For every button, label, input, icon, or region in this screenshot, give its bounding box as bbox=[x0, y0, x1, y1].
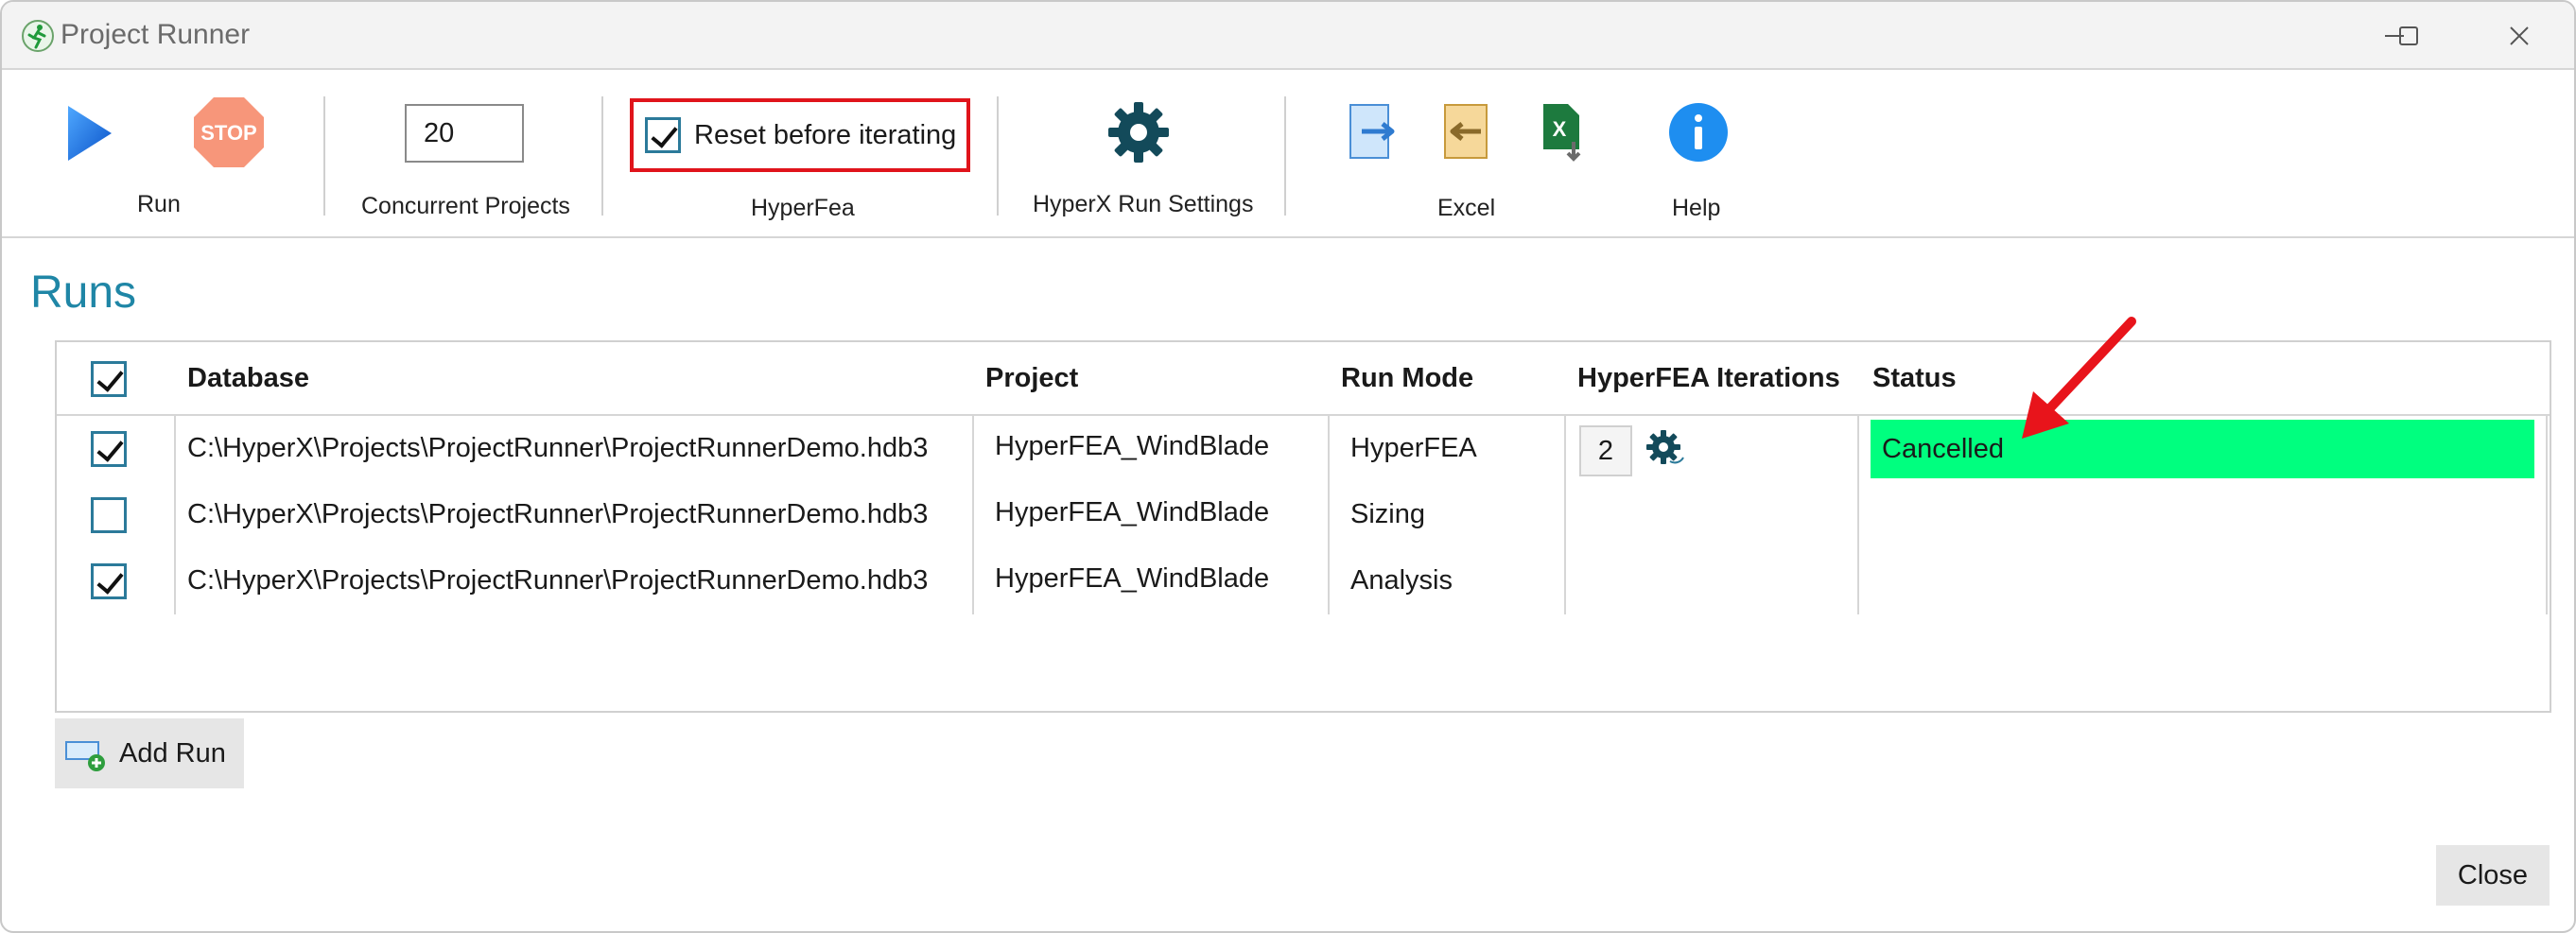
row-run-mode[interactable]: Sizing bbox=[1350, 499, 1425, 530]
run-label: Run bbox=[137, 191, 181, 217]
row-checkbox[interactable] bbox=[91, 431, 127, 467]
close-button[interactable]: Close bbox=[2436, 845, 2550, 906]
excel-export-button[interactable] bbox=[1345, 100, 1401, 163]
stop-button[interactable]: STOP bbox=[191, 95, 267, 170]
row-project[interactable]: HyperFEA_WindBlade bbox=[995, 431, 1269, 462]
import-icon bbox=[1444, 104, 1488, 159]
app-runner-icon bbox=[22, 20, 54, 52]
column-header-run-mode[interactable]: Run Mode bbox=[1341, 363, 1473, 394]
table-row[interactable]: C:\HyperX\Projects\ProjectRunner\Project… bbox=[57, 482, 2550, 548]
row-checkbox[interactable] bbox=[91, 563, 127, 599]
close-icon bbox=[2510, 26, 2529, 45]
row-database: C:\HyperX\Projects\ProjectRunner\Project… bbox=[187, 499, 929, 529]
row-status-cancelled: Cancelled bbox=[1871, 420, 2534, 478]
help-button[interactable] bbox=[1666, 98, 1731, 166]
column-header-database[interactable]: Database bbox=[187, 363, 309, 394]
svg-text:X: X bbox=[1553, 117, 1567, 141]
maximize-button[interactable] bbox=[2371, 11, 2446, 60]
excel-file-button[interactable]: X bbox=[1534, 98, 1591, 164]
row-project[interactable]: HyperFEA_WindBlade bbox=[995, 563, 1269, 595]
excel-import-button[interactable] bbox=[1439, 100, 1496, 163]
reset-before-iterating-checkbox[interactable] bbox=[645, 117, 681, 153]
row-run-mode[interactable]: Analysis bbox=[1350, 565, 1453, 596]
close-window-button[interactable] bbox=[2481, 11, 2557, 60]
reset-highlight-box: Reset before iterating bbox=[630, 98, 970, 172]
row-run-mode[interactable]: HyperFEA bbox=[1350, 433, 1477, 464]
hyperx-run-settings-label: HyperX Run Settings bbox=[1033, 191, 1254, 217]
annotation-arrow-icon bbox=[2022, 317, 2136, 439]
stop-icon-text: STOP bbox=[200, 121, 257, 145]
table-row[interactable]: C:\HyperX\Projects\ProjectRunner\Project… bbox=[57, 548, 2550, 614]
add-run-button[interactable]: Add Run bbox=[55, 718, 244, 788]
gear-icon bbox=[1108, 102, 1169, 163]
toolbar-separator bbox=[1284, 96, 1286, 216]
grid-header-row: Database Project Run Mode HyperFEA Itera… bbox=[57, 342, 2550, 416]
export-icon bbox=[1349, 104, 1395, 159]
runs-grid: Database Project Run Mode HyperFEA Itera… bbox=[55, 340, 2551, 713]
toolbar: Run STOP 20 Concurrent Projects Reset be… bbox=[2, 72, 2574, 238]
info-icon bbox=[1669, 103, 1728, 162]
toolbar-separator bbox=[997, 96, 999, 216]
column-header-hyperfea-iterations[interactable]: HyperFEA Iterations bbox=[1577, 363, 1840, 394]
row-database: C:\HyperX\Projects\ProjectRunner\Project… bbox=[187, 433, 929, 463]
select-all-checkbox[interactable] bbox=[91, 361, 127, 397]
add-run-label: Add Run bbox=[119, 737, 226, 769]
row-status-text: Cancelled bbox=[1882, 433, 2004, 464]
toolbar-separator bbox=[323, 96, 325, 216]
window-title: Project Runner bbox=[61, 19, 251, 50]
stop-icon: STOP bbox=[194, 97, 264, 167]
excel-icon: X bbox=[1543, 104, 1581, 162]
toolbar-separator bbox=[601, 96, 603, 216]
project-runner-window: Project Runner Run STOP 20 Concurrent Pr… bbox=[0, 0, 2576, 933]
reset-before-iterating-label: Reset before iterating bbox=[694, 119, 957, 150]
column-header-project[interactable]: Project bbox=[985, 363, 1078, 394]
run-button[interactable] bbox=[59, 98, 119, 168]
row-project[interactable]: HyperFEA_WindBlade bbox=[995, 497, 1269, 528]
add-row-icon bbox=[65, 741, 105, 771]
row-database: C:\HyperX\Projects\ProjectRunner\Project… bbox=[187, 565, 929, 596]
excel-group-label: Excel bbox=[1437, 195, 1496, 221]
hyperfea-group-label: HyperFea bbox=[751, 195, 855, 221]
help-label: Help bbox=[1672, 195, 1721, 221]
concurrent-projects-input[interactable]: 20 bbox=[405, 104, 524, 163]
runs-heading: Runs bbox=[30, 268, 137, 318]
play-icon bbox=[68, 106, 112, 161]
row-iterations-value[interactable]: 2 bbox=[1579, 425, 1632, 476]
maximize-icon bbox=[2399, 26, 2418, 45]
title-bar: Project Runner bbox=[2, 2, 2574, 70]
concurrent-projects-label: Concurrent Projects bbox=[361, 193, 570, 219]
iteration-settings-icon[interactable] bbox=[1645, 429, 1687, 471]
row-checkbox[interactable] bbox=[91, 497, 127, 533]
column-header-status[interactable]: Status bbox=[1872, 363, 1957, 394]
hyperx-run-settings-button[interactable] bbox=[1105, 98, 1173, 166]
